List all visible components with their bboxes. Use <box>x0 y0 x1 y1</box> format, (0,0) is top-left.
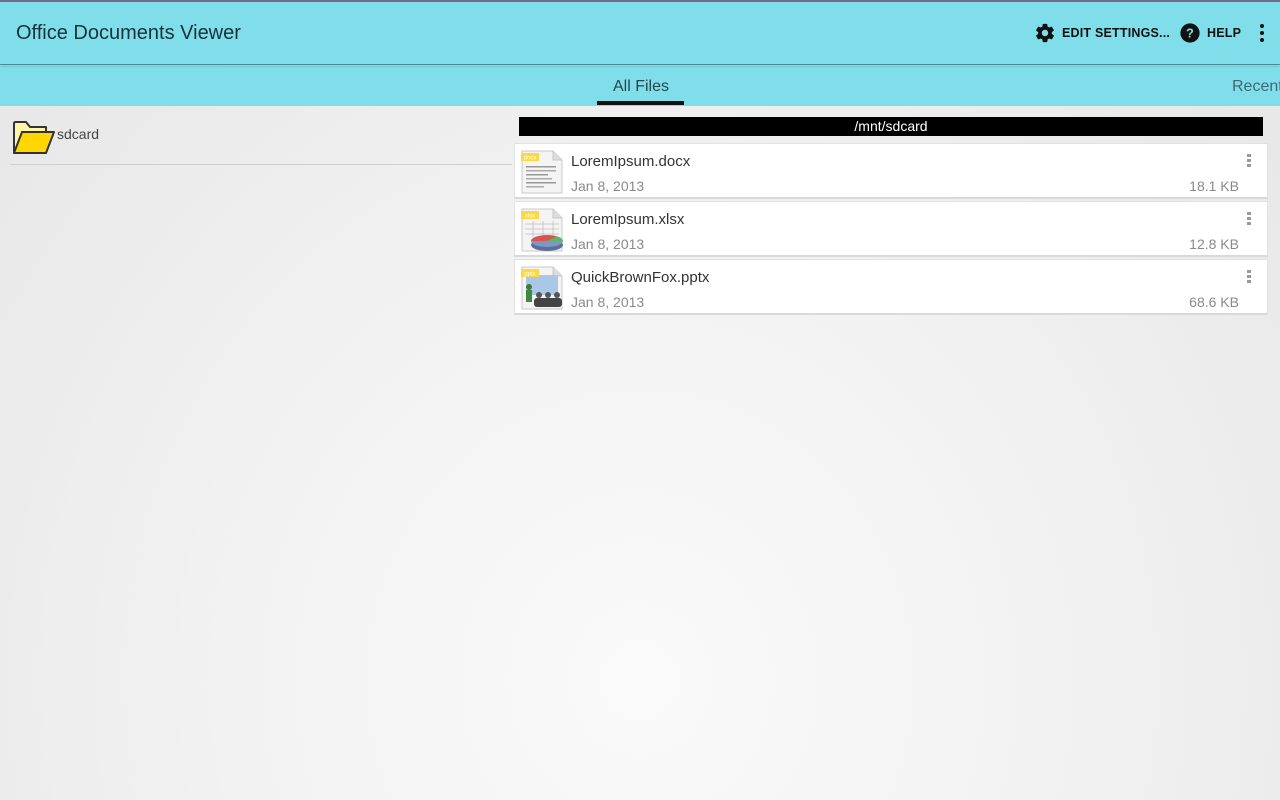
file-date: Jan 8, 2013 <box>571 178 645 194</box>
folder-item-sdcard[interactable]: sdcard <box>10 117 512 165</box>
file-name: LoremIpsum.xlsx <box>571 211 685 228</box>
file-date: Jan 8, 2013 <box>571 236 645 252</box>
file-overflow-menu-icon[interactable] <box>1245 270 1253 288</box>
file-name: LoremIpsum.docx <box>571 153 691 170</box>
action-bar: Office Documents Viewer EDIT SETTINGS...… <box>0 2 1280 65</box>
docx-file-icon: docx <box>521 150 563 194</box>
gear-icon <box>1036 23 1054 43</box>
overflow-menu-icon[interactable] <box>1254 24 1270 46</box>
app-title: Office Documents Viewer <box>16 22 241 44</box>
svg-text:docx: docx <box>524 156 537 162</box>
folder-pane: sdcard <box>0 106 514 800</box>
edit-settings-button[interactable]: EDIT SETTINGS... <box>1034 22 1170 44</box>
file-overflow-menu-icon[interactable] <box>1245 212 1253 230</box>
xlsx-file-icon: xlsx <box>521 208 563 252</box>
folder-label: sdcard <box>57 126 100 142</box>
help-label: HELP <box>1207 26 1242 40</box>
file-size: 12.8 KB <box>1189 236 1239 252</box>
file-overflow-menu-icon[interactable] <box>1245 154 1253 172</box>
file-size: 18.1 KB <box>1189 178 1239 194</box>
svg-text:xlsx: xlsx <box>525 214 535 220</box>
help-button[interactable]: ? HELP <box>1179 22 1241 44</box>
svg-text:?: ? <box>1186 26 1194 41</box>
folder-open-icon <box>13 121 55 154</box>
edit-settings-label: EDIT SETTINGS... <box>1062 26 1171 40</box>
file-name: QuickBrownFox.pptx <box>571 269 710 286</box>
file-row[interactable]: docx LoremIpsum.docx Jan 8, 2013 18.1 KB <box>514 143 1268 199</box>
tab-selected-indicator <box>597 101 684 105</box>
file-size: 68.6 KB <box>1189 294 1239 310</box>
tab-all-files[interactable]: All Files <box>613 78 669 96</box>
file-date: Jan 8, 2013 <box>571 294 645 310</box>
help-circle-icon: ? <box>1180 23 1200 43</box>
pptx-file-icon: pptx <box>521 266 563 310</box>
file-row[interactable]: pptx QuickBrownFox.pptx Jan 8, 2013 68.6… <box>514 259 1268 315</box>
tab-recent[interactable]: Recent <box>1232 78 1280 96</box>
file-row[interactable]: xlsx LoremIpsum.xlsx Jan 8, 2013 12.8 KB <box>514 201 1268 257</box>
svg-text:pptx: pptx <box>524 272 535 278</box>
file-list: docx LoremIpsum.docx Jan 8, 2013 18.1 KB… <box>514 143 1268 317</box>
tab-bar: All Files Recent <box>0 66 1280 106</box>
current-path: /mnt/sdcard <box>519 117 1263 136</box>
